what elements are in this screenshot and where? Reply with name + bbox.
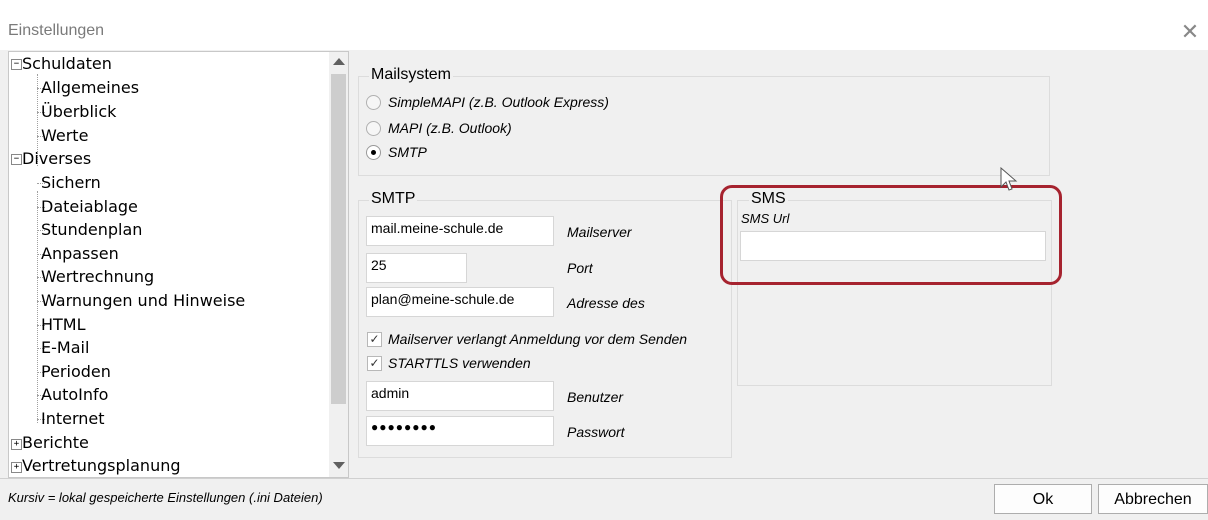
cancel-button[interactable]: Abbrechen (1098, 484, 1208, 514)
status-text: Kursiv = lokal gespeicherte Einstellunge… (8, 490, 323, 505)
tree-item-internet[interactable]: Internet (41, 409, 105, 428)
tree-item-dateiablage[interactable]: Dateiablage (41, 197, 138, 216)
tree-item-html[interactable]: HTML (41, 315, 86, 334)
username-input[interactable]: admin (366, 381, 554, 411)
tree-item-diverses[interactable]: Diverses (22, 149, 91, 168)
close-icon[interactable]: ✕ (1176, 18, 1204, 46)
tree-scrollbar[interactable] (329, 51, 349, 478)
scroll-up-icon[interactable] (333, 58, 345, 65)
radio-mapi[interactable] (366, 121, 381, 136)
highlight-annotation (720, 185, 1062, 285)
smtp-title: SMTP (369, 190, 418, 208)
mailsystem-title: Mailsystem (369, 66, 454, 84)
tree-item-allgemeines[interactable]: Allgemeines (41, 78, 139, 97)
port-label: Port (567, 260, 593, 276)
tree-item-email-selected[interactable]: E-Mail (41, 338, 89, 357)
auth-checkbox-label: Mailserver verlangt Anmeldung vor dem Se… (388, 331, 688, 347)
collapse-icon[interactable]: − (11, 59, 22, 70)
starttls-checkbox[interactable]: ✓ (367, 356, 382, 371)
address-input[interactable]: plan@meine-schule.de (366, 287, 554, 317)
tree-guide-line (37, 191, 38, 423)
address-label: Adresse des (567, 295, 645, 311)
tree-item-schuldaten[interactable]: Schuldaten (22, 54, 112, 73)
starttls-checkbox-label: STARTTLS verwenden (388, 355, 531, 371)
mailserver-input[interactable]: mail.meine-schule.de (366, 216, 554, 246)
radio-smtp-label: SMTP (388, 144, 427, 160)
window-title: Einstellungen (8, 22, 105, 39)
tree-item-vertretungsplanung[interactable]: Vertretungsplanung (22, 456, 181, 475)
auth-checkbox[interactable]: ✓ (367, 332, 382, 347)
mailserver-label: Mailserver (567, 224, 632, 240)
settings-tree: − Schuldaten Allgemeines Überblick Werte… (8, 51, 330, 478)
port-input[interactable]: 25 (366, 253, 467, 283)
radio-selected-dot (371, 150, 376, 155)
scrollbar-thumb[interactable] (331, 74, 346, 404)
tree-item-berichte[interactable]: Berichte (22, 433, 89, 452)
tree-item-werte[interactable]: Werte (41, 126, 88, 145)
tree-item-perioden[interactable]: Perioden (41, 362, 111, 381)
password-label: Passwort (567, 424, 625, 440)
tree-item-ueberblick[interactable]: Überblick (41, 102, 116, 121)
password-input[interactable]: ●●●●●●●● (366, 416, 554, 446)
expand-icon[interactable]: + (11, 462, 22, 473)
tree-item-autoinfo[interactable]: AutoInfo (41, 385, 108, 404)
tree-item-wertrechnung[interactable]: Wertrechnung (41, 267, 154, 286)
collapse-icon[interactable]: − (11, 154, 22, 165)
username-label: Benutzer (567, 389, 624, 405)
radio-simplemapi-label: SimpleMAPI (z.B. Outlook Express) (388, 94, 609, 110)
radio-mapi-label: MAPI (z.B. Outlook) (388, 120, 512, 136)
tree-item-warnungen[interactable]: Warnungen und Hinweise (41, 291, 245, 310)
ok-button[interactable]: Ok (994, 484, 1092, 514)
tree-item-stundenplan[interactable]: Stundenplan (41, 220, 142, 239)
scroll-down-icon[interactable] (333, 462, 345, 469)
expand-icon[interactable]: + (11, 439, 22, 450)
title-bar (0, 0, 1208, 50)
tree-item-anpassen[interactable]: Anpassen (41, 244, 119, 263)
mouse-cursor-icon (1000, 167, 1018, 191)
radio-smtp[interactable] (366, 145, 381, 160)
tree-item-sichern[interactable]: Sichern (41, 173, 101, 192)
radio-simplemapi[interactable] (366, 95, 381, 110)
